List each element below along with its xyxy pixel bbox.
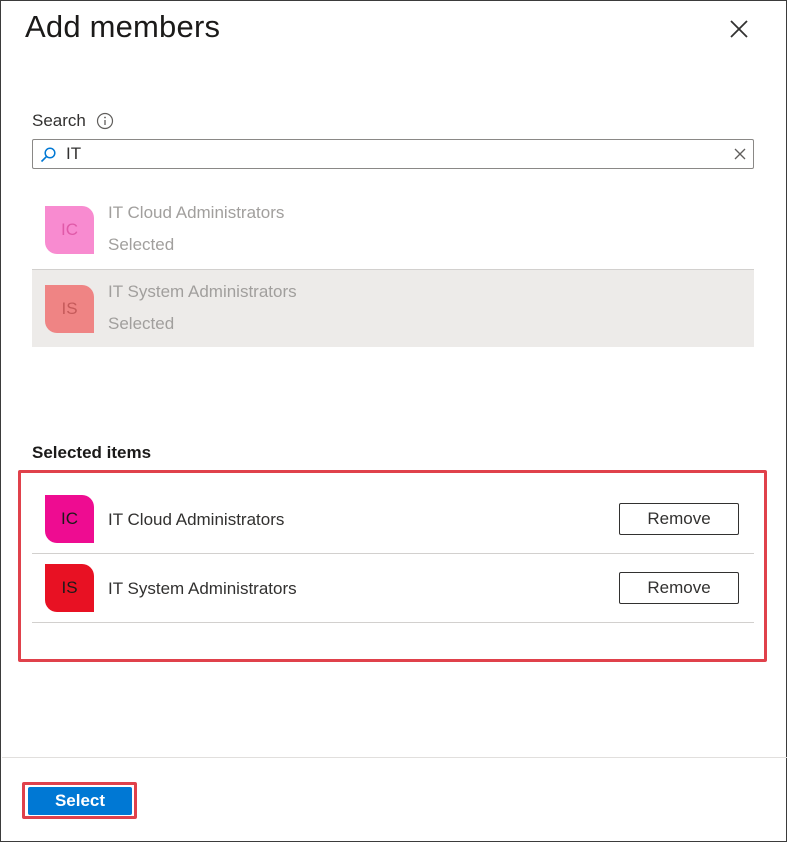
avatar: IC <box>45 495 94 543</box>
info-icon[interactable] <box>96 112 114 130</box>
avatar: IS <box>45 564 94 612</box>
selected-item: IS IT System Administrators Remove <box>32 554 754 623</box>
selected-items-heading: Selected items <box>32 443 152 462</box>
avatar-initials: IC <box>61 509 78 528</box>
add-members-panel: Add members Search IC IT Cloud Administr… <box>0 0 787 842</box>
result-name: IT Cloud Administrators <box>108 203 285 222</box>
avatar-initials: IS <box>61 299 78 318</box>
avatar-initials: IS <box>61 578 78 597</box>
footer-divider <box>2 757 787 758</box>
dialog-title: Add members <box>25 9 221 44</box>
search-box[interactable] <box>32 139 754 169</box>
search-result-item[interactable]: IS IT System Administrators Selected <box>32 269 754 347</box>
select-button[interactable]: Select <box>28 787 132 815</box>
search-label-row: Search <box>32 111 114 131</box>
avatar: IC <box>45 206 94 254</box>
avatar-initials: IC <box>61 220 78 239</box>
selected-item: IC IT Cloud Administrators Remove <box>32 485 754 554</box>
remove-button[interactable]: Remove <box>619 572 739 604</box>
avatar: IS <box>45 285 94 333</box>
selected-item-name: IT System Administrators <box>108 579 297 598</box>
search-input[interactable] <box>66 142 716 166</box>
search-label: Search <box>32 111 86 130</box>
remove-button[interactable]: Remove <box>619 503 739 535</box>
result-name: IT System Administrators <box>108 282 297 301</box>
close-icon[interactable] <box>725 15 753 43</box>
search-icon <box>40 147 56 163</box>
selected-item-name: IT Cloud Administrators <box>108 510 285 529</box>
result-status: Selected <box>108 314 175 333</box>
search-result-item[interactable]: IC IT Cloud Administrators Selected <box>32 191 754 269</box>
clear-icon[interactable] <box>733 147 747 161</box>
result-status: Selected <box>108 235 175 254</box>
